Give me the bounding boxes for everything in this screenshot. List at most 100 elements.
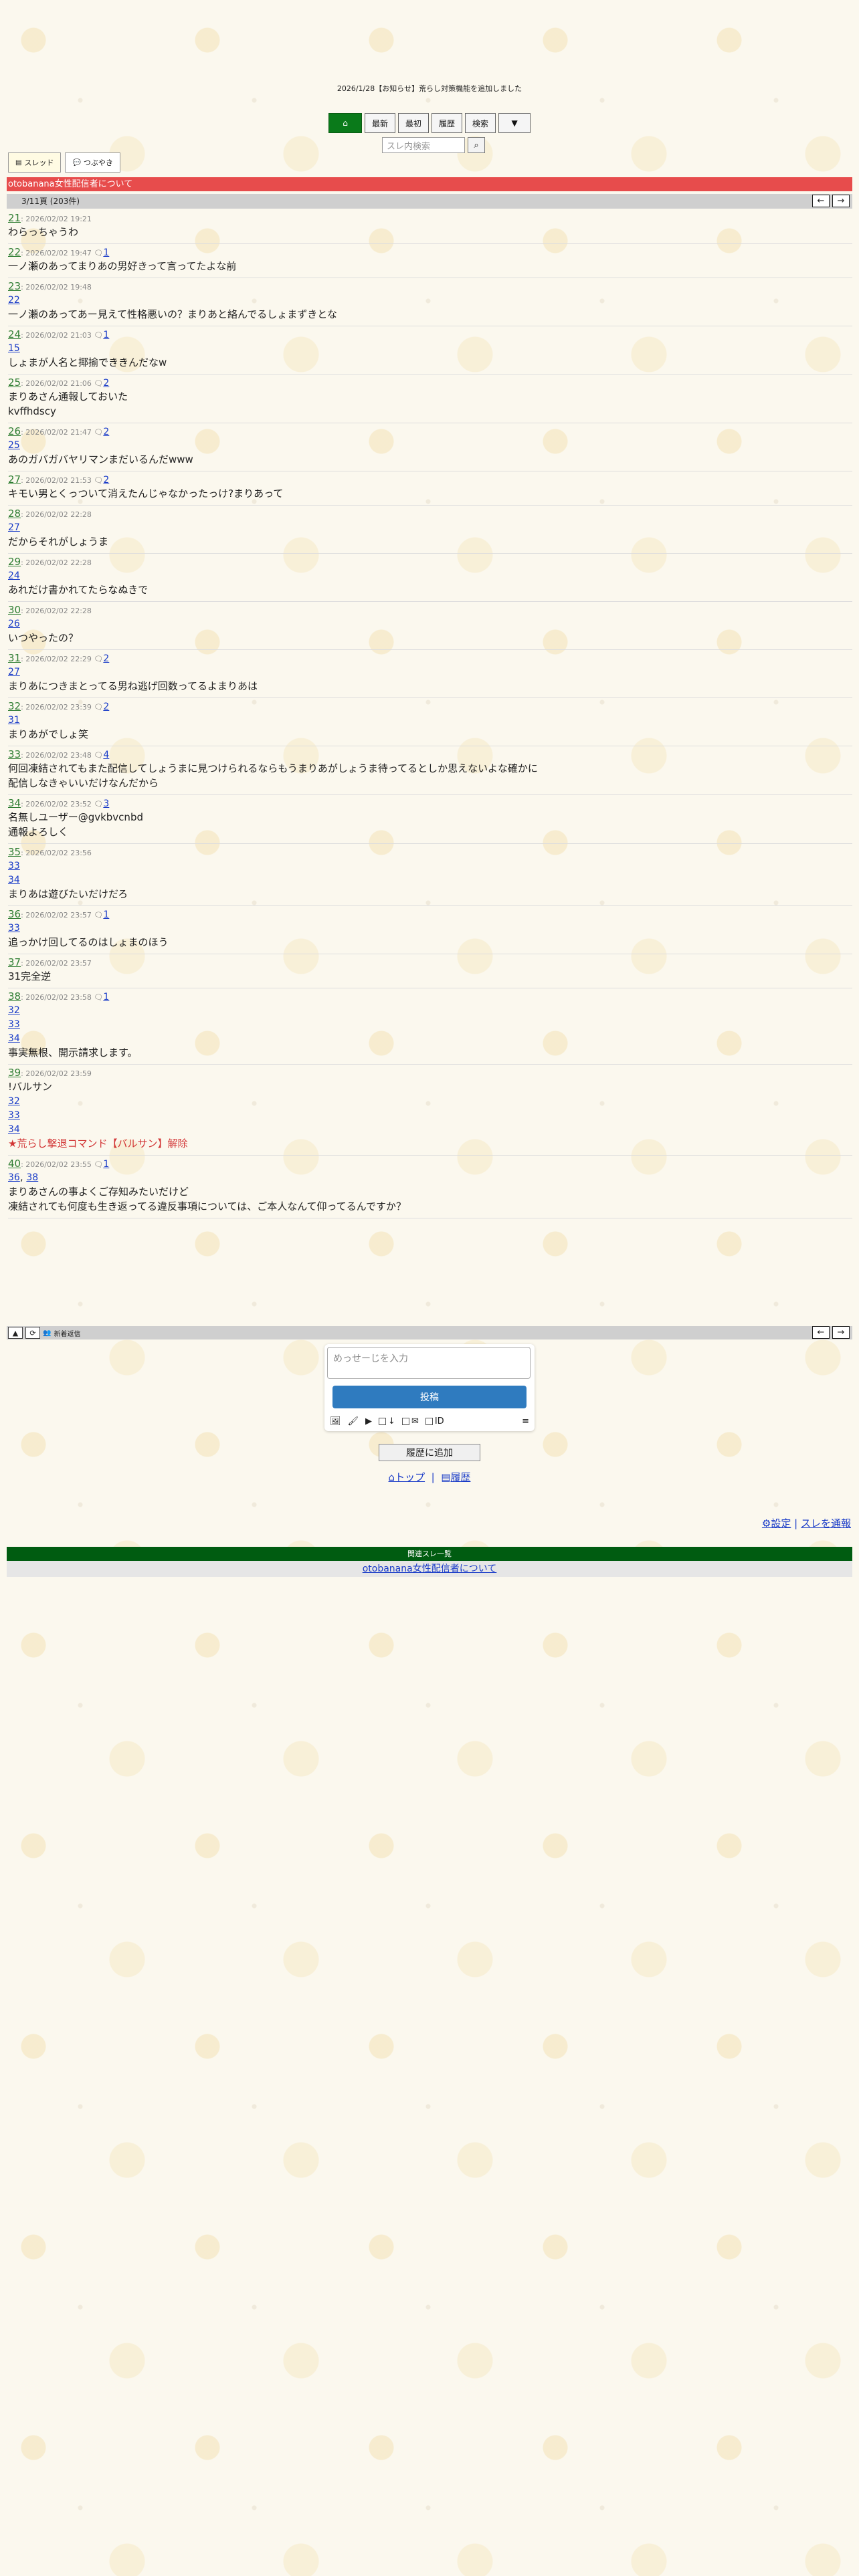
anchor-link[interactable]: 22 [8, 295, 20, 306]
reload-button[interactable]: ⟳ [25, 1327, 40, 1339]
anchor-link[interactable]: 26 [8, 619, 20, 629]
history-button[interactable]: 履歴 [432, 113, 463, 133]
thread-search-input[interactable]: スレ内検索 [382, 137, 465, 153]
mail-checkbox[interactable]: ✉ [401, 1416, 419, 1426]
bottom-prev-page-button[interactable]: ← [812, 1326, 830, 1339]
anchor-link[interactable]: 32 [8, 1096, 20, 1107]
post-number[interactable]: 23 [8, 280, 21, 292]
anchor-link[interactable]: 33 [8, 861, 20, 871]
reply-count-link[interactable]: 1 [103, 992, 109, 1002]
reply-count[interactable]: 🗨1 [92, 1159, 109, 1170]
post-number[interactable]: 29 [8, 556, 21, 568]
prev-page-button[interactable]: ← [812, 195, 830, 207]
post-number[interactable]: 32 [8, 700, 21, 712]
post-meta: 26: 2026/02/02 21:47 🗨2 [8, 425, 110, 437]
anchor-link[interactable]: 34 [8, 1033, 20, 1044]
anchor-link[interactable]: 25 [8, 440, 20, 451]
tab-tsubuyaki[interactable]: 💬 つぶやき [65, 152, 120, 173]
sage-checkbox[interactable]: ↓ [379, 1416, 395, 1426]
post-number[interactable]: 33 [8, 748, 21, 760]
reply-count-link[interactable]: 3 [103, 798, 109, 809]
reply-count[interactable]: 🗨1 [92, 992, 109, 1002]
post-number[interactable]: 39 [8, 1067, 21, 1079]
post-number[interactable]: 21 [8, 212, 21, 224]
anchor-link[interactable]: 33 [8, 1019, 20, 1030]
post-number[interactable]: 26 [8, 425, 21, 437]
post: 26: 2026/02/02 21:47 🗨2 25 あのガバガバヤリマンまだいるん… [8, 423, 852, 471]
reply-count-link[interactable]: 1 [103, 1159, 109, 1170]
post-number[interactable]: 22 [8, 246, 21, 258]
anchor-link[interactable]: 34 [8, 875, 20, 885]
anchor-link[interactable]: 31 [8, 715, 20, 726]
reply-count-link[interactable]: 2 [103, 427, 109, 437]
announcement[interactable]: 2026/1/28【お知らせ】荒らし対策機能を追加しました [0, 83, 859, 94]
reply-count-link[interactable]: 2 [103, 378, 109, 389]
post-number[interactable]: 25 [8, 377, 21, 389]
reply-count[interactable]: 🗨1 [92, 909, 109, 920]
top-link[interactable]: ⌂トップ [389, 1471, 425, 1483]
post-number[interactable]: 40 [8, 1158, 21, 1170]
reply-count-link[interactable]: 1 [103, 330, 109, 340]
next-page-button[interactable]: → [832, 195, 850, 207]
search-submit-button[interactable]: ⌕ [468, 137, 485, 153]
reply-count[interactable]: 🗨2 [92, 378, 109, 389]
reply-count-link[interactable]: 2 [103, 702, 109, 712]
post-number[interactable]: 36 [8, 908, 21, 920]
settings-link[interactable]: ⚙設定 [762, 1517, 791, 1529]
anchor-link[interactable]: 32 [8, 1005, 20, 1016]
post-number[interactable]: 35 [8, 846, 21, 858]
anchor-link[interactable]: 27 [8, 667, 20, 677]
post-number[interactable]: 28 [8, 508, 21, 520]
id-checkbox[interactable]: ID [425, 1416, 444, 1426]
add-to-history-button[interactable]: 履歴に追加 [379, 1444, 480, 1461]
anchor-link[interactable]: 36 [8, 1172, 20, 1183]
submit-button[interactable]: 投稿 [332, 1386, 527, 1408]
form-menu-icon[interactable]: ≡ [522, 1416, 529, 1426]
post-form: めっせーじを入力 投稿 🖼 🖌 ▶ ↓ ✉ ID ≡ [324, 1344, 535, 1431]
post-number[interactable]: 30 [8, 604, 21, 616]
anchor-link[interactable]: 27 [8, 522, 20, 533]
new-replies-icon[interactable]: 👥 [43, 1329, 51, 1337]
reply-count[interactable]: 🗨2 [92, 427, 109, 437]
reply-count[interactable]: 🗨2 [92, 653, 109, 664]
reply-count[interactable]: 🗨2 [92, 702, 109, 712]
image-icon[interactable]: 🖼 [330, 1416, 341, 1426]
home-button[interactable]: ⌂ [328, 113, 362, 133]
reply-count[interactable]: 🗨1 [92, 330, 109, 340]
reply-count[interactable]: 🗨4 [92, 750, 109, 760]
history-link[interactable]: ▤履歴 [441, 1471, 470, 1483]
brush-icon[interactable]: 🖌 [348, 1416, 359, 1426]
anchor-link[interactable]: 38 [26, 1172, 38, 1183]
reply-count-link[interactable]: 1 [103, 909, 109, 920]
post-number[interactable]: 24 [8, 328, 21, 340]
anchor-link[interactable]: 33 [8, 923, 20, 934]
post-number[interactable]: 31 [8, 652, 21, 664]
latest-button[interactable]: 最新 [365, 113, 396, 133]
post-number[interactable]: 27 [8, 473, 21, 486]
anchor-link[interactable]: 24 [8, 570, 20, 581]
menu-dropdown-button[interactable]: ▼ [498, 113, 531, 133]
anchor-link[interactable]: 33 [8, 1110, 20, 1121]
gear-icon: ⚙ [761, 1517, 771, 1529]
reply-count[interactable]: 🗨1 [92, 247, 109, 258]
first-button[interactable]: 最初 [398, 113, 430, 133]
post-number[interactable]: 37 [8, 956, 21, 968]
anchor-link[interactable]: 15 [8, 343, 20, 354]
post-number[interactable]: 38 [8, 990, 21, 1002]
reply-count-link[interactable]: 1 [103, 247, 109, 258]
search-button[interactable]: 検索 [465, 113, 496, 133]
anchor-link[interactable]: 34 [8, 1124, 20, 1135]
reply-count-link[interactable]: 4 [103, 750, 109, 760]
reply-count-link[interactable]: 2 [103, 475, 109, 486]
related-thread-link[interactable]: otobanana女性配信者について [363, 1564, 497, 1574]
bottom-next-page-button[interactable]: → [832, 1326, 850, 1339]
post-number[interactable]: 34 [8, 797, 21, 809]
video-icon[interactable]: ▶ [365, 1416, 372, 1426]
tab-thread[interactable]: ▤ スレッド [8, 152, 62, 173]
reply-count[interactable]: 🗨3 [92, 798, 109, 809]
reply-count[interactable]: 🗨2 [92, 475, 109, 486]
report-link[interactable]: スレを通報 [801, 1517, 851, 1529]
scroll-top-button[interactable]: ▲ [8, 1327, 23, 1339]
reply-count-link[interactable]: 2 [103, 653, 109, 664]
message-input[interactable]: めっせーじを入力 [327, 1347, 531, 1379]
